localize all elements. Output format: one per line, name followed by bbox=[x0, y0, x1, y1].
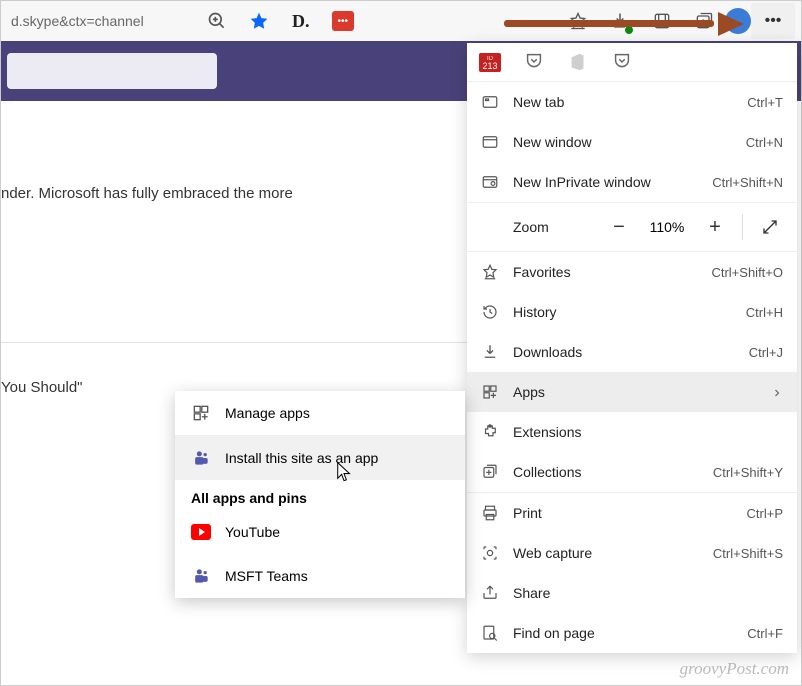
youtube-icon bbox=[191, 522, 211, 542]
menu-item-shortcut: Ctrl+H bbox=[746, 305, 783, 320]
extension-red-icon[interactable]: ••• bbox=[330, 8, 356, 34]
extensions-icon bbox=[481, 423, 499, 441]
menu-find[interactable]: Find on page Ctrl+F bbox=[467, 613, 797, 653]
submenu-label: MSFT Teams bbox=[225, 568, 308, 584]
submenu-app-youtube[interactable]: YouTube bbox=[175, 510, 465, 554]
pinned-pocket2-icon[interactable] bbox=[611, 51, 633, 73]
download-icon bbox=[481, 343, 499, 361]
menu-downloads[interactable]: Downloads Ctrl+J bbox=[467, 332, 797, 372]
menu-item-label: Web capture bbox=[513, 545, 713, 561]
browser-main-menu: 213 New tab Ctrl+T New window Ctrl+N New… bbox=[467, 43, 797, 653]
web-capture-icon bbox=[481, 544, 499, 562]
extension-d-icon[interactable]: D. bbox=[288, 8, 314, 34]
menu-item-label: Favorites bbox=[513, 264, 711, 280]
menu-item-label: Find on page bbox=[513, 625, 747, 641]
teams-icon bbox=[191, 566, 211, 586]
apps-icon bbox=[481, 383, 499, 401]
zoom-in-icon[interactable] bbox=[204, 8, 230, 34]
menu-web-capture[interactable]: Web capture Ctrl+Shift+S bbox=[467, 533, 797, 573]
menu-collections[interactable]: Collections Ctrl+Shift+Y bbox=[467, 452, 797, 492]
menu-item-label: History bbox=[513, 304, 746, 320]
menu-item-shortcut: Ctrl+Shift+S bbox=[713, 546, 783, 561]
menu-apps[interactable]: Apps bbox=[467, 372, 797, 412]
favorites-icon bbox=[481, 263, 499, 281]
submenu-install-app[interactable]: Install this site as an app bbox=[175, 436, 465, 480]
menu-item-shortcut: Ctrl+P bbox=[747, 506, 783, 521]
menu-new-window[interactable]: New window Ctrl+N bbox=[467, 122, 797, 162]
menu-favorites[interactable]: Favorites Ctrl+Shift+O bbox=[467, 252, 797, 292]
zoom-value: 110% bbox=[646, 219, 688, 235]
zoom-label: Zoom bbox=[481, 219, 592, 235]
collections-menu-icon bbox=[481, 463, 499, 481]
pinned-calendar-icon[interactable]: 213 bbox=[479, 51, 501, 73]
menu-item-label: New window bbox=[513, 134, 746, 150]
settings-menu-button[interactable]: ••• bbox=[751, 3, 795, 39]
manage-apps-icon bbox=[191, 403, 211, 423]
submenu-manage-apps[interactable]: Manage apps bbox=[175, 391, 465, 435]
menu-pinned-row: 213 bbox=[467, 43, 797, 81]
menu-item-label: Apps bbox=[513, 384, 771, 400]
submenu-app-teams[interactable]: MSFT Teams bbox=[175, 554, 465, 598]
menu-item-shortcut: Ctrl+N bbox=[746, 135, 783, 150]
url-fragment: d.skype&ctx=channel bbox=[7, 13, 144, 29]
chevron-right-icon bbox=[771, 386, 783, 398]
watermark-text: groovyPost.com bbox=[680, 659, 789, 679]
pinned-pocket-icon[interactable] bbox=[523, 51, 545, 73]
menu-new-inprivate[interactable]: New InPrivate window Ctrl+Shift+N bbox=[467, 162, 797, 202]
menu-history[interactable]: History Ctrl+H bbox=[467, 292, 797, 332]
menu-item-label: Share bbox=[513, 585, 783, 601]
teams-icon bbox=[191, 448, 211, 468]
submenu-header: All apps and pins bbox=[175, 480, 465, 510]
mouse-cursor-icon bbox=[336, 461, 352, 483]
menu-item-label: New tab bbox=[513, 94, 747, 110]
find-icon bbox=[481, 624, 499, 642]
menu-print[interactable]: Print Ctrl+P bbox=[467, 493, 797, 533]
menu-item-label: Collections bbox=[513, 464, 713, 480]
fullscreen-button[interactable] bbox=[757, 214, 783, 240]
menu-item-label: Extensions bbox=[513, 424, 783, 440]
menu-item-shortcut: Ctrl+Shift+N bbox=[712, 175, 783, 190]
menu-item-shortcut: Ctrl+T bbox=[747, 95, 783, 110]
menu-item-shortcut: Ctrl+Shift+Y bbox=[713, 465, 783, 480]
share-icon bbox=[481, 584, 499, 602]
history-icon bbox=[481, 303, 499, 321]
menu-item-shortcut: Ctrl+F bbox=[747, 626, 783, 641]
menu-item-label: New InPrivate window bbox=[513, 174, 712, 190]
apps-submenu: Manage apps Install this site as an app … bbox=[175, 391, 465, 598]
new-tab-icon bbox=[481, 93, 499, 111]
inprivate-icon bbox=[481, 173, 499, 191]
teams-active-tab[interactable] bbox=[7, 53, 217, 89]
zoom-out-button[interactable]: − bbox=[606, 214, 632, 240]
menu-new-tab[interactable]: New tab Ctrl+T bbox=[467, 82, 797, 122]
window-icon bbox=[481, 133, 499, 151]
menu-share[interactable]: Share bbox=[467, 573, 797, 613]
menu-extensions[interactable]: Extensions bbox=[467, 412, 797, 452]
annotation-arrow bbox=[504, 15, 744, 33]
print-icon bbox=[481, 504, 499, 522]
menu-item-label: Downloads bbox=[513, 344, 749, 360]
pinned-office-icon[interactable] bbox=[567, 51, 589, 73]
submenu-label: YouTube bbox=[225, 524, 280, 540]
favorite-star-icon[interactable] bbox=[246, 8, 272, 34]
submenu-label: Install this site as an app bbox=[225, 450, 378, 466]
submenu-label: Manage apps bbox=[225, 405, 310, 421]
menu-item-label: Print bbox=[513, 505, 747, 521]
menu-zoom-row: Zoom − 110% + bbox=[467, 203, 797, 251]
menu-item-shortcut: Ctrl+Shift+O bbox=[711, 265, 783, 280]
zoom-in-button[interactable]: + bbox=[702, 214, 728, 240]
menu-item-shortcut: Ctrl+J bbox=[749, 345, 783, 360]
